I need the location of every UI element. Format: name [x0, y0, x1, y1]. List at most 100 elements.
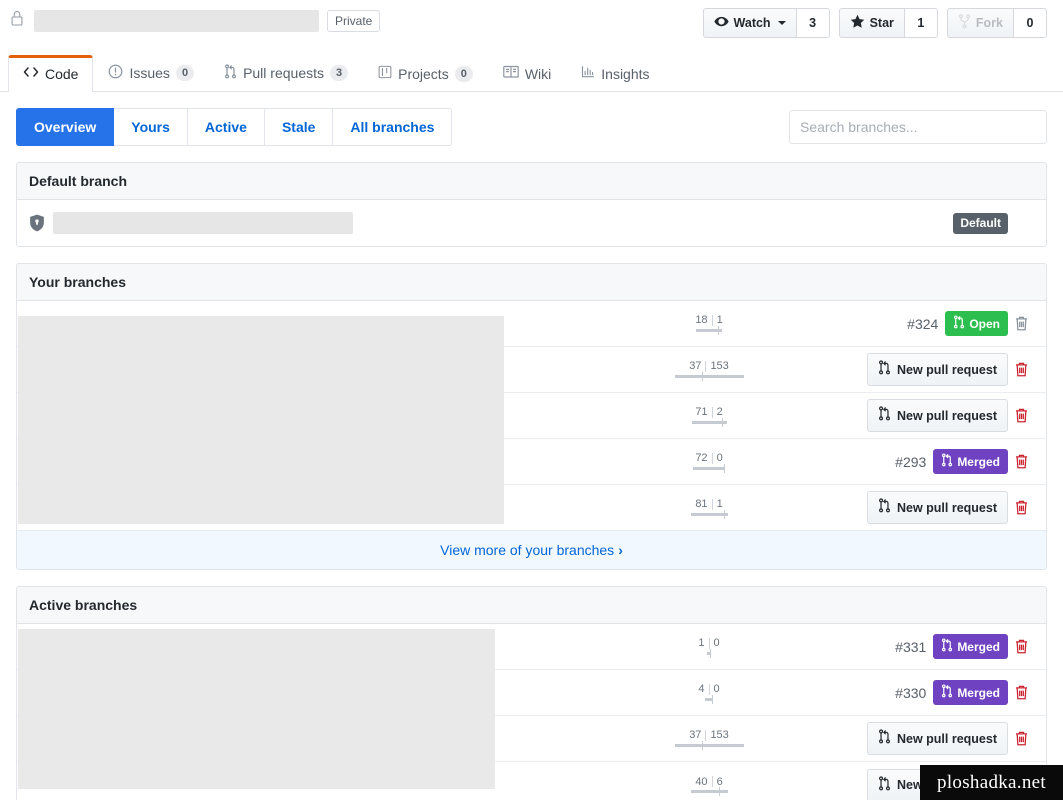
delete-branch-button[interactable] [1008, 684, 1034, 701]
delete-branch-button[interactable] [1008, 638, 1034, 655]
delete-branch-button[interactable] [1008, 407, 1034, 424]
new-pull-request-button[interactable]: New pull request [866, 353, 1008, 386]
delete-branch-button[interactable] [1008, 499, 1034, 516]
watch-button-group[interactable]: Watch 3 [702, 8, 830, 38]
status-badge-open: Open [945, 311, 1008, 336]
divergence-separator [711, 452, 713, 464]
divergence-bar [649, 648, 769, 658]
pull-request-number[interactable]: #330 [895, 685, 926, 701]
commits-ahead-count: 1 [698, 637, 705, 649]
repo-name-redacted[interactable] [34, 10, 319, 32]
fork-button-group[interactable]: Fork 0 [946, 8, 1047, 38]
new-pull-request-label: New pull request [896, 500, 997, 515]
fork-button[interactable]: Fork [946, 8, 1013, 38]
divergence-graph: 18 1 [649, 313, 769, 335]
filter-yours[interactable]: Yours [114, 108, 188, 146]
watch-count[interactable]: 3 [795, 8, 830, 38]
fork-count[interactable]: 0 [1013, 8, 1047, 38]
table-row[interactable]: 37 153 New pull request [17, 347, 1046, 393]
section-default-branch-title: Default branch [17, 163, 1046, 200]
table-row[interactable]: 406New pull request [17, 762, 1046, 800]
divergence-counts: 81 1 [695, 498, 722, 510]
tab-projects[interactable]: Projects 0 [363, 55, 488, 92]
behind-bar [702, 743, 744, 747]
delete-branch-button[interactable] [1008, 361, 1034, 378]
watch-label: Watch [733, 16, 771, 30]
table-row[interactable]: Default [17, 200, 1046, 246]
delete-branch-button[interactable] [1008, 315, 1034, 332]
commits-ahead-count: 18 [695, 314, 708, 326]
new-pull-request-label: New pull request [896, 408, 997, 423]
tab-issues-label: Issues [129, 65, 170, 81]
pull-request-number[interactable]: #324 [907, 316, 938, 332]
commits-behind-count: 153 [710, 360, 729, 372]
behind-bar [719, 790, 728, 793]
commits-ahead-count: 81 [695, 498, 708, 510]
tab-code[interactable]: Code [8, 55, 94, 92]
delete-branch-button[interactable] [1008, 453, 1034, 470]
shield-lock-icon [29, 214, 45, 232]
status-badge-label: Merged [957, 685, 1000, 700]
graph-icon [581, 65, 595, 82]
behind-bar [702, 374, 744, 378]
git-merge-icon [941, 684, 953, 701]
watch-button[interactable]: Watch [702, 8, 796, 38]
branch-name-cell [25, 212, 353, 234]
site-watermark: ploshadka.net [920, 765, 1063, 800]
ahead-bar [690, 790, 719, 793]
branch-name-redacted[interactable] [53, 212, 353, 234]
tab-pull-requests[interactable]: Pull requests 3 [209, 54, 363, 92]
branches-container: Default branch Default Your branches 18 1 #32… [0, 146, 1063, 800]
ahead-bar [691, 420, 722, 424]
status-badge-label: Open [969, 316, 1000, 331]
filter-stale[interactable]: Stale [264, 108, 334, 146]
filter-active[interactable]: Active [187, 108, 265, 146]
section-active-branches: Active branches 1 0 #331 Merged 4 0 #330 Merged 3… [16, 586, 1047, 800]
section-default-branch: Default branch Default [16, 162, 1047, 247]
ahead-bar [674, 374, 702, 378]
divergence-graph: 81 1 [649, 497, 769, 519]
table-row[interactable]: 37 153 New pull request [17, 716, 1046, 762]
divergence-counts: 72 0 [695, 452, 722, 464]
table-row[interactable]: 4 0 #330 Merged [17, 670, 1046, 716]
star-count[interactable]: 1 [903, 8, 938, 38]
new-pull-request-button[interactable]: New pull request [866, 491, 1008, 524]
view-more-branches-link[interactable]: View more of your branches › [17, 531, 1046, 569]
filter-overview[interactable]: Overview [16, 108, 115, 146]
git-pull-request-icon [878, 775, 891, 795]
tab-insights[interactable]: Insights [566, 55, 664, 92]
section-active-branches-title: Active branches [17, 587, 1046, 624]
chevron-right-icon: › [618, 542, 623, 558]
git-pull-request-icon [953, 315, 965, 332]
commits-behind-count: 1 [716, 314, 723, 326]
filter-all-branches[interactable]: All branches [333, 108, 453, 146]
behind-bar [722, 420, 727, 424]
table-row[interactable]: 72 0 #293 Merged [17, 439, 1046, 485]
table-row[interactable]: 18 1 #324 Open [17, 301, 1046, 347]
tab-projects-label: Projects [398, 65, 449, 82]
table-row[interactable]: 81 1 New pull request [17, 485, 1046, 531]
tab-wiki[interactable]: Wiki [488, 55, 566, 92]
visibility-badge: Private [327, 10, 381, 32]
divergence-counts: 37 153 [689, 729, 729, 741]
new-pull-request-button[interactable]: New pull request [866, 399, 1008, 432]
divergence-bar [649, 417, 769, 427]
status-badge-label: Merged [957, 454, 1000, 469]
delete-branch-button[interactable] [1008, 730, 1034, 747]
new-pull-request-button[interactable]: New pull request [866, 722, 1008, 755]
project-board-icon [378, 65, 392, 82]
repo-nav-tabs: Code Issues 0 Pull requests 3 Projects 0 Wiki In… [0, 48, 1063, 92]
search-branches-input[interactable]: Search branches... [789, 110, 1047, 144]
ahead-bar [690, 512, 724, 516]
git-pull-request-icon [878, 498, 891, 517]
pull-request-number[interactable]: #293 [895, 454, 926, 470]
lock-icon [10, 10, 28, 32]
star-button-group[interactable]: Star 1 [838, 8, 938, 38]
pull-request-number[interactable]: #331 [895, 639, 926, 655]
divergence-counts: 71 2 [695, 406, 722, 418]
tab-issues[interactable]: Issues 0 [93, 54, 209, 92]
star-button[interactable]: Star [838, 8, 904, 38]
table-row[interactable]: 1 0 #331 Merged [17, 624, 1046, 670]
table-row[interactable]: 71 2 New pull request [17, 393, 1046, 439]
divergence-bar [649, 694, 769, 704]
